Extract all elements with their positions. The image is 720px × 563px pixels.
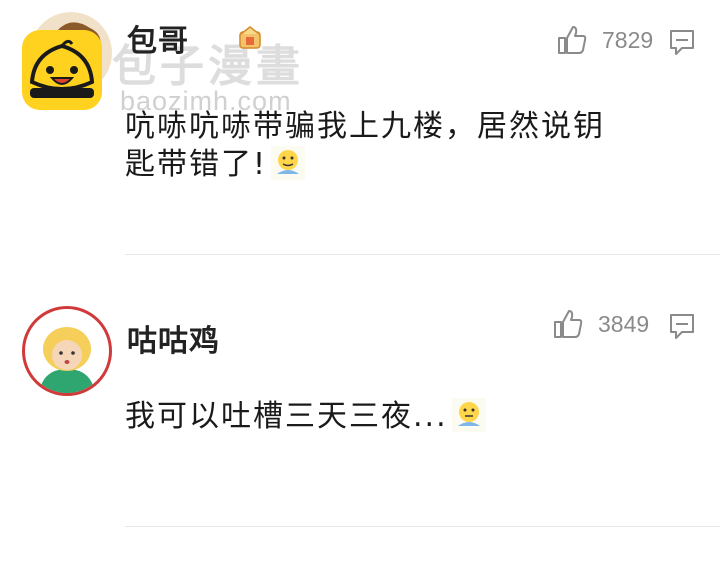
reply-icon[interactable] [668, 312, 696, 340]
comment-text-line: 匙带错了! [125, 146, 605, 184]
username[interactable]: 咕咕鸡 [127, 316, 220, 360]
comment-text: 我可以吐槽三天三夜... [125, 398, 486, 436]
like-count: 3849 [598, 310, 650, 337]
thumbs-up-icon [558, 26, 587, 54]
comment-text-line: 吭哧吭哧带骗我上九楼，居然说钥 [125, 109, 605, 144]
divider [125, 254, 720, 255]
emoji-face-icon [271, 146, 306, 180]
bun-face-icon [29, 39, 95, 98]
user-avatar[interactable] [22, 306, 112, 396]
thumbs-up-icon [554, 310, 583, 338]
watermark-logo [22, 30, 102, 110]
emoji-face-icon [451, 398, 486, 432]
divider [125, 526, 720, 527]
username[interactable]: 包哥 [127, 16, 189, 60]
badge-icon [237, 24, 263, 50]
comment-item-1: 包子漫畫 baozimh.com 包哥 7829 吭哧吭哧带骗我上九楼，居然说钥… [0, 0, 720, 256]
like-button[interactable]: 7829 [556, 24, 653, 56]
like-button[interactable]: 3849 [552, 308, 649, 340]
comment-item-2: 咕咕鸡 3849 我可以吐槽三天三夜... [0, 256, 720, 528]
reply-icon[interactable] [668, 28, 696, 56]
comment-text: 吭哧吭哧带骗我上九楼，居然说钥 匙带错了! [125, 108, 605, 184]
like-count: 7829 [602, 26, 654, 53]
